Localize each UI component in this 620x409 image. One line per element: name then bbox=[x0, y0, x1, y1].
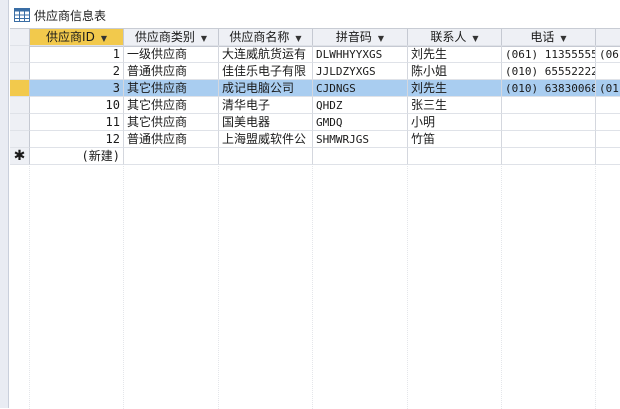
record-selector[interactable] bbox=[10, 80, 30, 97]
record-selector[interactable] bbox=[10, 46, 30, 63]
cell-phone[interactable] bbox=[502, 131, 596, 148]
dropdown-arrow-icon[interactable]: ▼ bbox=[472, 34, 478, 43]
cell-phone[interactable]: (010) 63830068 bbox=[502, 80, 596, 97]
cell-phone[interactable] bbox=[502, 114, 596, 131]
cell-next[interactable] bbox=[596, 97, 620, 114]
cell-phone[interactable]: (010) 65552222 bbox=[502, 63, 596, 80]
table-icon bbox=[14, 8, 30, 22]
cell-contact[interactable]: 刘先生 bbox=[408, 46, 502, 63]
new-record-marker[interactable]: ✱ bbox=[10, 148, 30, 165]
cell-pinyin-code[interactable]: GMDQ bbox=[313, 114, 408, 131]
cell-supplier-category[interactable]: 一级供应商 bbox=[124, 46, 219, 63]
cell-supplier-category[interactable]: 其它供应商 bbox=[124, 114, 219, 131]
column-header-supplier-name[interactable]: 供应商名称 ▼ bbox=[219, 29, 313, 46]
select-all-corner[interactable] bbox=[10, 29, 30, 46]
record-selector[interactable] bbox=[10, 114, 30, 131]
record-selector[interactable] bbox=[10, 131, 30, 148]
cell-contact[interactable]: 竹笛 bbox=[408, 131, 502, 148]
document-tab[interactable]: 供应商信息表 bbox=[8, 4, 106, 26]
column-header-next[interactable] bbox=[596, 29, 620, 46]
cell-supplier-name[interactable]: 上海盟威软件公 bbox=[219, 131, 313, 148]
cell-supplier-category[interactable]: 其它供应商 bbox=[124, 80, 219, 97]
dropdown-arrow-icon[interactable]: ▼ bbox=[560, 34, 566, 43]
column-header-phone[interactable]: 电话 ▼ bbox=[502, 29, 596, 46]
cell-supplier-id[interactable]: 3 bbox=[30, 80, 124, 97]
cell-supplier-name[interactable]: 佳佳乐电子有限 bbox=[219, 63, 313, 80]
cell-contact[interactable]: 小明 bbox=[408, 114, 502, 131]
cell-next[interactable]: (01 bbox=[596, 80, 620, 97]
cell-supplier-id[interactable]: 1 bbox=[30, 46, 124, 63]
table-row[interactable]: 11 其它供应商 国美电器 GMDQ 小明 bbox=[10, 114, 620, 131]
cell-supplier-category[interactable]: 普通供应商 bbox=[124, 63, 219, 80]
cell-supplier-id[interactable]: 11 bbox=[30, 114, 124, 131]
cell-supplier-id[interactable]: 2 bbox=[30, 63, 124, 80]
cell-supplier-category[interactable]: 其它供应商 bbox=[124, 97, 219, 114]
cell-next[interactable] bbox=[596, 114, 620, 131]
column-header-supplier-id[interactable]: 供应商ID ▼ bbox=[30, 29, 124, 46]
table-row[interactable]: 12 普通供应商 上海盟威软件公 SHMWRJGS 竹笛 bbox=[10, 131, 620, 148]
navigation-pane-edge bbox=[0, 0, 9, 408]
cell-contact[interactable]: 张三生 bbox=[408, 97, 502, 114]
new-record-label[interactable]: (新建) bbox=[30, 148, 124, 165]
cell-pinyin-code[interactable]: SHMWRJGS bbox=[313, 131, 408, 148]
cell-empty[interactable] bbox=[219, 148, 313, 165]
cell-contact[interactable]: 刘先生 bbox=[408, 80, 502, 97]
column-header-pinyin-code[interactable]: 拼音码 ▼ bbox=[313, 29, 408, 46]
column-header-contact[interactable]: 联系人 ▼ bbox=[408, 29, 502, 46]
cell-empty[interactable] bbox=[124, 148, 219, 165]
dropdown-arrow-icon[interactable]: ▼ bbox=[201, 34, 207, 43]
cell-empty[interactable] bbox=[408, 148, 502, 165]
cell-supplier-name[interactable]: 清华电子 bbox=[219, 97, 313, 114]
table-row[interactable]: 10 其它供应商 清华电子 QHDZ 张三生 bbox=[10, 97, 620, 114]
cell-supplier-category[interactable]: 普通供应商 bbox=[124, 131, 219, 148]
cell-empty[interactable] bbox=[596, 148, 620, 165]
header-row: 供应商ID ▼ 供应商类别 ▼ 供应商名称 ▼ 拼音码 ▼ 联系人 ▼ 电话 ▼ bbox=[10, 29, 620, 47]
cell-pinyin-code[interactable]: QHDZ bbox=[313, 97, 408, 114]
datasheet-grid[interactable]: 供应商ID ▼ 供应商类别 ▼ 供应商名称 ▼ 拼音码 ▼ 联系人 ▼ 电话 ▼ 1 一级供… bbox=[10, 28, 620, 409]
cell-supplier-name[interactable]: 大连威航货运有 bbox=[219, 46, 313, 63]
cell-next[interactable] bbox=[596, 63, 620, 80]
record-selector[interactable] bbox=[10, 63, 30, 80]
table-title: 供应商信息表 bbox=[34, 8, 107, 23]
table-row-selected[interactable]: 3 其它供应商 成记电脑公司 CJDNGS 刘先生 (010) 63830068… bbox=[10, 80, 620, 97]
table-row[interactable]: 1 一级供应商 大连威航货运有 DLWHHYYXGS 刘先生 (061) 113… bbox=[10, 46, 620, 63]
cell-supplier-name[interactable]: 成记电脑公司 bbox=[219, 80, 313, 97]
cell-supplier-id[interactable]: 12 bbox=[30, 131, 124, 148]
cell-contact[interactable]: 陈小姐 bbox=[408, 63, 502, 80]
cell-next[interactable]: (06 bbox=[596, 46, 620, 63]
dropdown-arrow-icon[interactable]: ▼ bbox=[295, 34, 301, 43]
dropdown-arrow-icon[interactable]: ▼ bbox=[378, 34, 384, 43]
cell-pinyin-code[interactable]: JJLDZYXGS bbox=[313, 63, 408, 80]
cell-empty[interactable] bbox=[313, 148, 408, 165]
cell-phone[interactable] bbox=[502, 97, 596, 114]
cell-phone[interactable]: (061) 11355555 bbox=[502, 46, 596, 63]
cell-supplier-id[interactable]: 10 bbox=[30, 97, 124, 114]
cell-next[interactable] bbox=[596, 131, 620, 148]
record-selector[interactable] bbox=[10, 97, 30, 114]
cell-pinyin-code[interactable]: CJDNGS bbox=[313, 80, 408, 97]
table-row[interactable]: 2 普通供应商 佳佳乐电子有限 JJLDZYXGS 陈小姐 (010) 6555… bbox=[10, 63, 620, 80]
cell-empty[interactable] bbox=[502, 148, 596, 165]
dropdown-arrow-icon[interactable]: ▼ bbox=[101, 34, 107, 43]
cell-supplier-name[interactable]: 国美电器 bbox=[219, 114, 313, 131]
cell-pinyin-code[interactable]: DLWHHYYXGS bbox=[313, 46, 408, 63]
column-header-supplier-category[interactable]: 供应商类别 ▼ bbox=[124, 29, 219, 46]
new-record-row[interactable]: ✱ (新建) bbox=[10, 148, 620, 165]
